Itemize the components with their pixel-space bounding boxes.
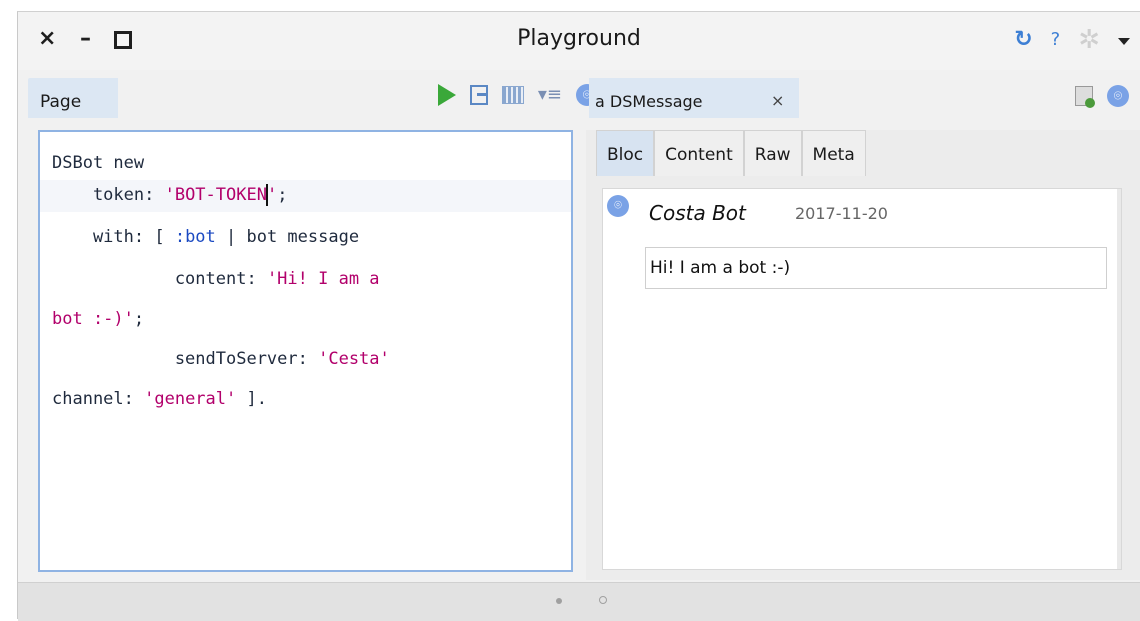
edit-doc-icon[interactable] (1075, 86, 1095, 108)
titlebar-actions: ↻ ? ✲ (1014, 27, 1130, 53)
help-icon[interactable]: ? (1051, 28, 1061, 52)
scrollbar[interactable] (1117, 189, 1121, 569)
caret-down-icon[interactable] (1118, 37, 1130, 45)
title-bar: × – Playground ↻ ? ✲ (18, 12, 1140, 70)
tab-label: a DSMessage (595, 92, 703, 111)
do-it-icon[interactable] (469, 85, 488, 105)
string-literal: 'Cesta' (318, 349, 390, 369)
code-line: content: 'Hi! I am a (52, 268, 380, 290)
code-line: with: [ :bot | bot message (52, 226, 359, 248)
message-author: Costa Bot (649, 201, 746, 225)
inspect-columns-icon[interactable] (501, 86, 524, 104)
discord-icon[interactable]: ⌾ (1107, 85, 1129, 107)
code-line: bot :-)'; (52, 308, 144, 330)
page-indicator[interactable] (599, 596, 607, 604)
string-literal: bot :-)' (52, 309, 134, 329)
refresh-icon[interactable]: ↻ (1014, 28, 1032, 52)
code-line: sendToServer: 'Cesta' (52, 348, 390, 370)
code-line: token: 'BOT-TOKEN'; (52, 184, 287, 206)
code-text: token: (52, 185, 165, 205)
playground-window: × – Playground ↻ ? ✲ Page ▾≡ ⌾ DSBot new… (17, 11, 1140, 621)
code-text: with: [ (52, 227, 175, 247)
close-tab-icon[interactable]: × (771, 91, 784, 110)
message-date: 2017-11-20 (795, 204, 888, 223)
code-text: content: (52, 269, 267, 289)
tab-page[interactable]: Page (28, 78, 118, 118)
tab-meta[interactable]: Meta (801, 130, 866, 176)
inspector-subtabs: Bloc Content Raw Meta (596, 130, 866, 176)
string-literal: 'BOT-TOKEN (164, 185, 267, 205)
code-text: | bot message (215, 227, 360, 247)
play-icon[interactable] (437, 84, 456, 106)
code-text: ]. (236, 389, 267, 409)
code-editor[interactable]: DSBot new token: 'BOT-TOKEN'; with: [ :b… (38, 130, 573, 572)
code-line: DSBot new (52, 152, 144, 174)
code-text: DSBot new (52, 153, 145, 173)
inspector-pane: Bloc Content Raw Meta ⌾ Costa Bot 2017-1… (586, 130, 1140, 580)
string-literal: 'general' (144, 389, 237, 409)
right-pane-tabbar: a DSMessage × ⌾ (586, 76, 1140, 118)
string-literal: ' (266, 185, 278, 205)
string-literal: 'Hi! I am a (266, 269, 380, 289)
status-bar (18, 582, 1140, 621)
gear-icon[interactable]: ✲ (1078, 27, 1100, 53)
code-line: channel: 'general' ]. (52, 388, 267, 410)
tab-raw[interactable]: Raw (743, 130, 802, 176)
tab-bloc[interactable]: Bloc (596, 130, 655, 176)
inspector-actions: ⌾ (1075, 85, 1129, 108)
left-pane-tabbar: Page ▾≡ ⌾ (25, 76, 598, 118)
window-title: Playground (517, 26, 641, 51)
page-indicator-active[interactable] (556, 598, 562, 604)
code-text: ; (277, 185, 288, 205)
message-preview: ⌾ Costa Bot 2017-11-20 Hi! I am a bot :-… (602, 188, 1122, 570)
playground-toolbar: ▾≡ ⌾ (437, 84, 598, 106)
tab-content[interactable]: Content (654, 130, 744, 176)
code-text: sendToServer: (52, 349, 319, 369)
block-argument: :bot (174, 227, 216, 247)
tab-dsmessage[interactable]: a DSMessage × (589, 78, 799, 118)
menu-icon[interactable]: ▾≡ (538, 85, 562, 105)
code-text: ; (133, 309, 145, 329)
message-content: Hi! I am a bot :-) (645, 247, 1107, 289)
code-text: channel: (52, 389, 145, 409)
bot-avatar-icon: ⌾ (607, 195, 629, 217)
